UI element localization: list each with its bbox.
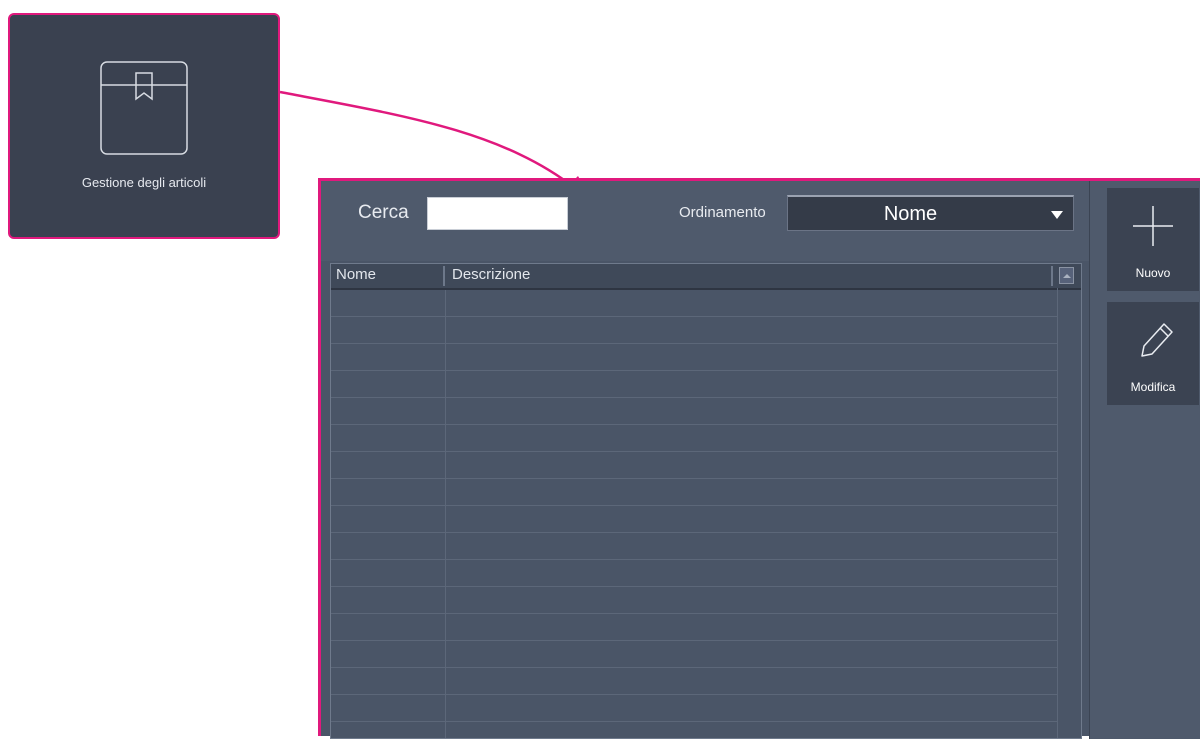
- table-row[interactable]: [331, 344, 1057, 371]
- new-button-label: Nuovo: [1135, 266, 1171, 280]
- table-row[interactable]: [331, 371, 1057, 398]
- table-row[interactable]: [331, 452, 1057, 479]
- grid-rows: [331, 290, 1057, 738]
- table-row[interactable]: [331, 641, 1057, 668]
- table-row[interactable]: [331, 317, 1057, 344]
- scroll-up-button[interactable]: [1059, 267, 1074, 284]
- table-row[interactable]: [331, 695, 1057, 722]
- table-row[interactable]: [331, 290, 1057, 317]
- grid-header: Nome Descrizione: [331, 264, 1081, 290]
- table-row[interactable]: [331, 479, 1057, 506]
- table-row[interactable]: [331, 587, 1057, 614]
- new-button[interactable]: Nuovo: [1107, 188, 1199, 291]
- edit-button-label: Modifica: [1130, 380, 1176, 394]
- articles-grid[interactable]: Nome Descrizione: [330, 263, 1082, 739]
- table-row[interactable]: [331, 722, 1057, 738]
- column-header-descrizione[interactable]: Descrizione: [452, 266, 530, 283]
- table-row[interactable]: [331, 425, 1057, 452]
- box-icon: [100, 61, 188, 155]
- sort-dropdown[interactable]: Nome: [787, 195, 1074, 231]
- toolbar: Cerca Ordinamento Nome: [321, 181, 1089, 261]
- column-separator[interactable]: [1051, 266, 1053, 286]
- side-panel: Nuovo Modifica: [1089, 181, 1200, 739]
- grid-scroll-divider: [1057, 288, 1058, 738]
- table-row[interactable]: [331, 668, 1057, 695]
- pencil-icon: [1141, 323, 1173, 357]
- table-row[interactable]: [331, 560, 1057, 587]
- tile-label: Gestione degli articoli: [81, 175, 207, 190]
- table-row[interactable]: [331, 398, 1057, 425]
- column-separator[interactable]: [443, 266, 445, 286]
- search-input[interactable]: [427, 197, 568, 230]
- table-row[interactable]: [331, 614, 1057, 641]
- table-row[interactable]: [331, 506, 1057, 533]
- sort-label: Ordinamento: [679, 204, 766, 221]
- plus-icon: [1133, 206, 1173, 246]
- articles-window: Cerca Ordinamento Nome Nome Descrizione: [318, 178, 1200, 739]
- articles-tile[interactable]: Gestione degli articoli: [8, 13, 280, 239]
- sort-selected-value: Nome: [883, 203, 938, 225]
- chevron-down-icon: [1051, 211, 1063, 219]
- search-label: Cerca: [358, 202, 409, 223]
- edit-button[interactable]: Modifica: [1107, 302, 1199, 405]
- column-header-nome[interactable]: Nome: [336, 266, 376, 283]
- table-row[interactable]: [331, 533, 1057, 560]
